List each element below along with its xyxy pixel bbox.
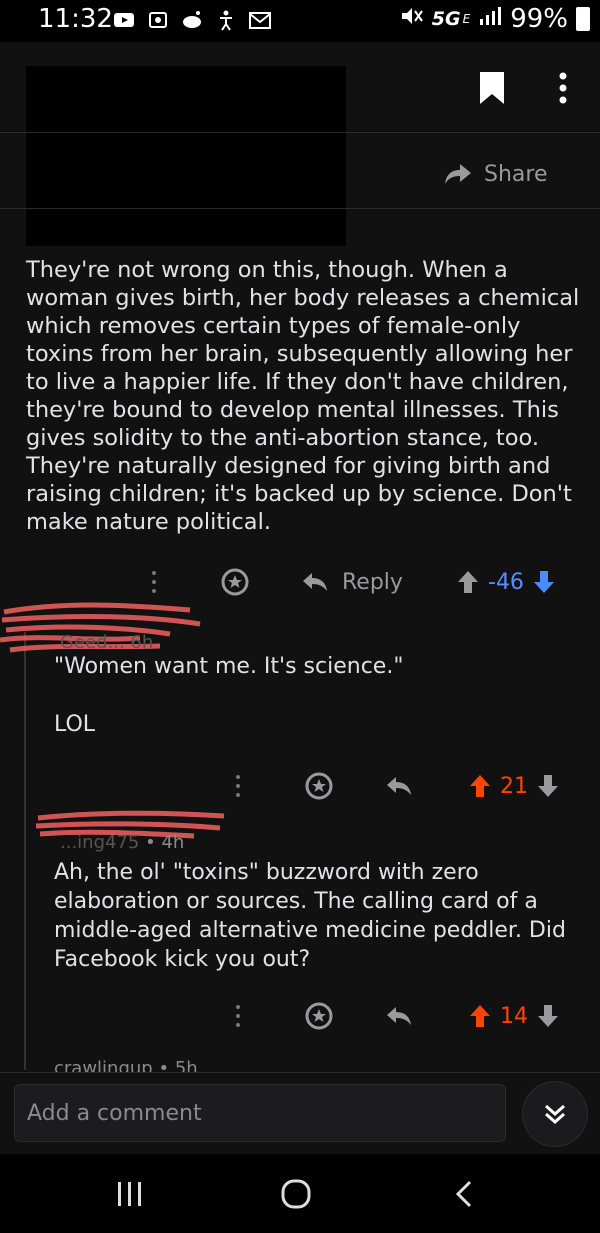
comment-body: Ah, the ol' "toxins" buzzword with zero … [54, 860, 566, 972]
comment-line [54, 681, 403, 710]
award-icon [305, 1002, 333, 1030]
comment-author-faded: Geed... 6h [60, 632, 153, 653]
add-comment-placeholder: Add a comment [27, 1100, 202, 1126]
mute-icon [398, 4, 424, 34]
back-button[interactable] [446, 1174, 486, 1214]
bookmark-button[interactable] [474, 70, 510, 106]
award-icon [221, 568, 249, 596]
vote-controls: -46 [456, 562, 556, 602]
divider [0, 208, 600, 209]
battery-icon [576, 7, 590, 31]
more-options-button[interactable] [548, 70, 578, 106]
comment-author-faded: ...ing475 • 4h [60, 832, 185, 853]
upvote-icon[interactable] [468, 1003, 492, 1029]
more-vert-icon [152, 571, 156, 593]
upvote-icon[interactable] [468, 773, 492, 799]
award-button[interactable] [304, 996, 334, 1036]
battery-percent: 99% [510, 4, 568, 34]
status-bar: 11:32 5G E 99% [0, 0, 600, 42]
jump-down-icon [545, 1104, 565, 1125]
reply-icon [387, 1007, 411, 1025]
reply-button[interactable]: Reply [302, 562, 403, 602]
score: 21 [500, 773, 528, 799]
status-time: 11:32 [38, 4, 113, 34]
reply-icon [387, 777, 411, 795]
downvote-icon[interactable] [532, 569, 556, 595]
share-icon [445, 164, 471, 184]
downvote-icon[interactable] [536, 1003, 560, 1029]
more-options-button[interactable] [232, 766, 244, 806]
network-subtype: E [462, 12, 471, 26]
age-fragment: 6h [130, 632, 154, 653]
score: -46 [488, 569, 524, 595]
comment-line: "Women want me. It's science." [54, 654, 404, 679]
accessibility-icon [214, 8, 238, 31]
more-vert-icon [236, 1005, 240, 1027]
more-options-button[interactable] [148, 562, 160, 602]
author-fragment: ...ing475 [60, 832, 140, 853]
youtube-icon [112, 8, 136, 30]
separator-dot: • [158, 1058, 170, 1072]
award-button[interactable] [304, 766, 334, 806]
upvote-icon[interactable] [456, 569, 480, 595]
recents-button[interactable] [110, 1174, 150, 1214]
comment-age: 4h [161, 832, 185, 853]
jump-down-button[interactable] [522, 1081, 588, 1147]
home-button[interactable] [276, 1174, 316, 1214]
comment-age: 5h [174, 1058, 198, 1072]
downvote-icon[interactable] [536, 773, 560, 799]
more-vert-icon [236, 775, 240, 797]
comment-author[interactable]: crawlingup [54, 1058, 153, 1072]
author-fragment: Geed... [60, 632, 125, 653]
comment-actions: 14 [0, 996, 600, 1036]
reply-icon [303, 573, 327, 591]
comment-actions: 21 [0, 766, 600, 806]
comment-body: "Women want me. It's science." LOL [54, 652, 403, 739]
vote-controls: 21 [468, 766, 560, 806]
reply-label: Reply [342, 569, 403, 595]
redacted-block [26, 66, 346, 246]
divider [0, 132, 600, 133]
comment-author-line: crawlingup • 5h [54, 1058, 198, 1072]
more-options-button[interactable] [232, 996, 244, 1036]
vote-controls: 14 [468, 996, 560, 1036]
comment-line: LOL [54, 712, 96, 737]
share-button[interactable]: Share [444, 156, 548, 192]
award-button[interactable] [220, 562, 250, 602]
reply-button[interactable] [386, 766, 412, 806]
share-label: Share [484, 161, 548, 187]
notification-icons [112, 8, 272, 31]
status-right: 5G E 99% [398, 4, 590, 34]
system-nav-bar [0, 1154, 600, 1233]
signal-icon [478, 4, 502, 34]
divider [0, 1072, 600, 1073]
add-comment-input[interactable]: Add a comment [14, 1084, 506, 1142]
reddit-icon [180, 8, 204, 30]
app-icon [146, 8, 170, 30]
bookmark-icon [480, 72, 504, 104]
network-type: 5G [431, 8, 461, 30]
home-icon [281, 1179, 311, 1209]
back-icon [455, 1180, 472, 1208]
comment-body: They're not wrong on this, though. When … [26, 257, 580, 535]
gmail-icon [248, 8, 272, 30]
award-icon [305, 772, 333, 800]
reply-button[interactable] [386, 996, 412, 1036]
recents-icon [118, 1182, 141, 1206]
score: 14 [500, 1003, 528, 1029]
more-vert-icon [559, 72, 567, 104]
comment-actions: Reply -46 [0, 562, 600, 602]
